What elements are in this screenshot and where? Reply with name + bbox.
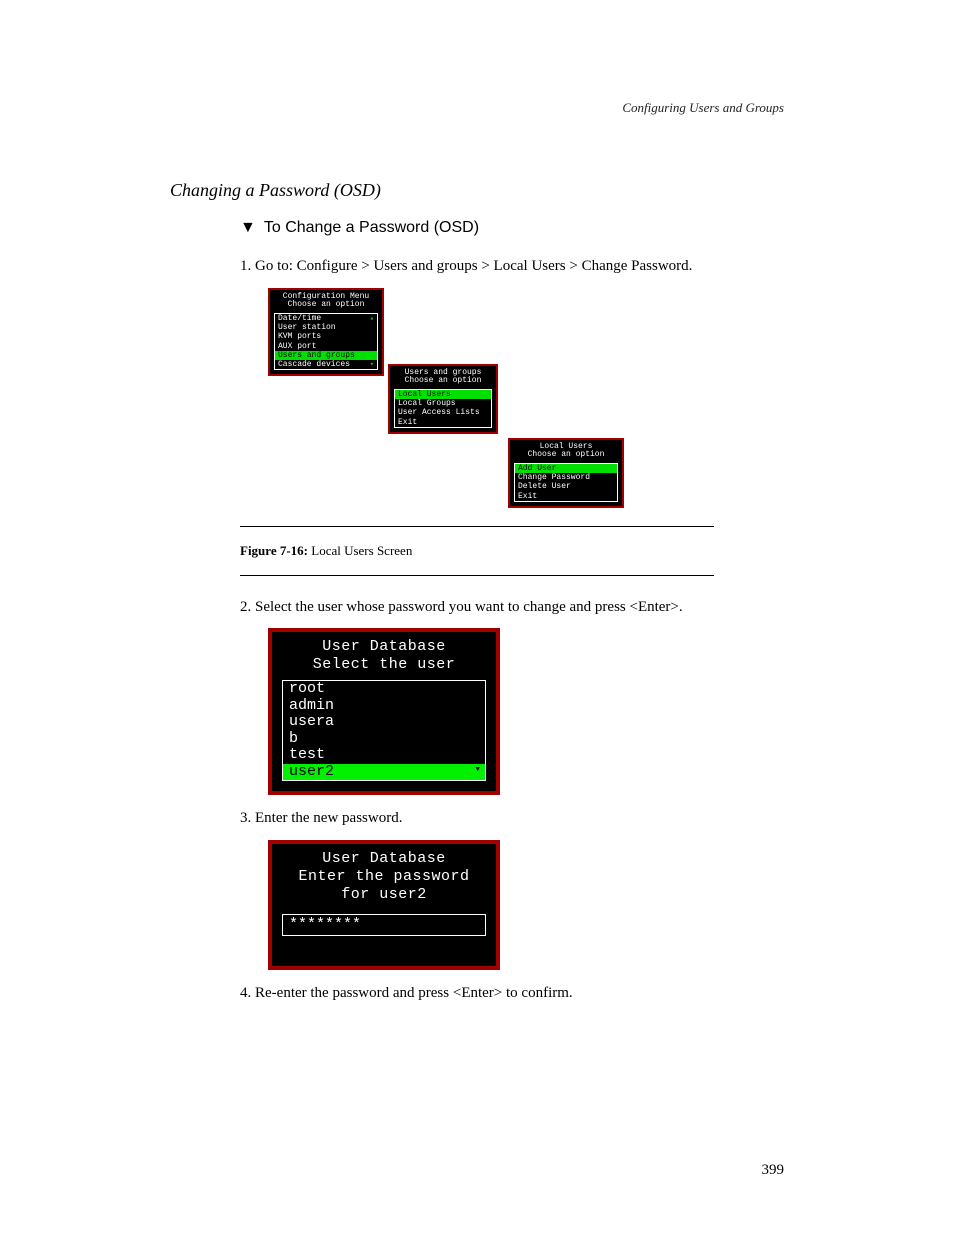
osd-item[interactable]: usera [283, 714, 485, 731]
osd-users-groups-menu: Users and groups Choose an option Local … [388, 364, 498, 434]
osd-title-line2: Select the user [272, 656, 496, 674]
osd-title-line2: Choose an option [510, 451, 622, 460]
osd-item[interactable]: User Access Lists [395, 408, 491, 417]
osd-title: Local Users Choose an option [510, 440, 622, 462]
osd-item-selected[interactable]: Users and groups [275, 351, 377, 360]
osd-item[interactable]: KVM ports [275, 332, 377, 341]
procedure-marker-icon: ▼ [240, 219, 256, 237]
osd-item[interactable]: Delete User [515, 482, 617, 491]
password-input[interactable]: ******** [282, 914, 486, 936]
osd-title-line2: Choose an option [270, 301, 382, 310]
step-1: 1. Go to: Configure > Users and groups >… [240, 255, 784, 278]
osd-item[interactable]: test [283, 747, 485, 764]
osd-local-users-menu: Local Users Choose an option Add User Ch… [508, 438, 624, 508]
osd-list[interactable]: ▴ Date/time User station KVM ports AUX p… [274, 313, 378, 370]
osd-item[interactable]: Cascade devices [275, 360, 377, 369]
osd-title: Configuration Menu Choose an option [270, 290, 382, 312]
step-3: 3. Enter the new password. [240, 807, 784, 830]
osd-title-line1: User Database [272, 850, 496, 868]
osd-list[interactable]: Add User Change Password Delete User Exi… [514, 463, 618, 502]
osd-list[interactable]: root admin usera b test user2 [282, 680, 486, 781]
figure-caption: Figure 7-16: Local Users Screen [240, 526, 714, 576]
osd-title: User Database Enter the password for use… [272, 850, 496, 912]
osd-title: User Database Select the user [272, 638, 496, 678]
procedure-text: To Change a Password (OSD) [264, 219, 479, 237]
osd-title-line2: Choose an option [390, 377, 496, 386]
osd-user-database: User Database Select the user root admin… [268, 628, 500, 795]
osd-title-line2: Enter the password [272, 868, 496, 886]
figure-text: Local Users Screen [311, 543, 412, 558]
procedure-heading: ▼ To Change a Password (OSD) [240, 219, 784, 237]
osd-password-dialog: User Database Enter the password for use… [268, 840, 500, 970]
osd-title: Users and groups Choose an option [390, 366, 496, 388]
figure-label: Figure 7-16: [240, 543, 308, 558]
osd-title-line1: User Database [272, 638, 496, 656]
osd-item[interactable]: root [283, 681, 485, 698]
osd-menu-cascade: Configuration Menu Choose an option ▴ Da… [268, 288, 784, 518]
osd-item[interactable]: Exit [515, 492, 617, 501]
step-2: 2. Select the user whose password you wa… [240, 596, 784, 619]
scroll-down-icon[interactable]: ▾ [370, 360, 374, 369]
osd-item[interactable]: b [283, 731, 485, 748]
osd-item[interactable]: Change Password [515, 473, 617, 482]
osd-item-selected[interactable]: Add User [515, 464, 617, 473]
osd-item[interactable]: Local Groups [395, 399, 491, 408]
section-title: Changing a Password (OSD) [170, 180, 784, 201]
osd-item[interactable]: AUX port [275, 342, 377, 351]
osd-item-selected[interactable]: Local Users [395, 390, 491, 399]
document-page: Configuring Users and Groups Changing a … [0, 0, 954, 1235]
scroll-up-icon[interactable]: ▴ [370, 314, 374, 323]
page-number: 399 [762, 1162, 785, 1179]
osd-list[interactable]: Local Users Local Groups User Access Lis… [394, 389, 492, 428]
osd-item[interactable]: admin [283, 698, 485, 715]
osd-item-selected[interactable]: user2 [283, 764, 485, 781]
osd-item[interactable]: Exit [395, 418, 491, 427]
osd-title-line3: for user2 [272, 886, 496, 904]
osd-item[interactable]: User station [275, 323, 377, 332]
osd-config-menu: Configuration Menu Choose an option ▴ Da… [268, 288, 384, 377]
running-header: Configuring Users and Groups [622, 100, 784, 116]
osd-item[interactable]: Date/time [275, 314, 377, 323]
step-4: 4. Re-enter the password and press <Ente… [240, 982, 784, 1005]
